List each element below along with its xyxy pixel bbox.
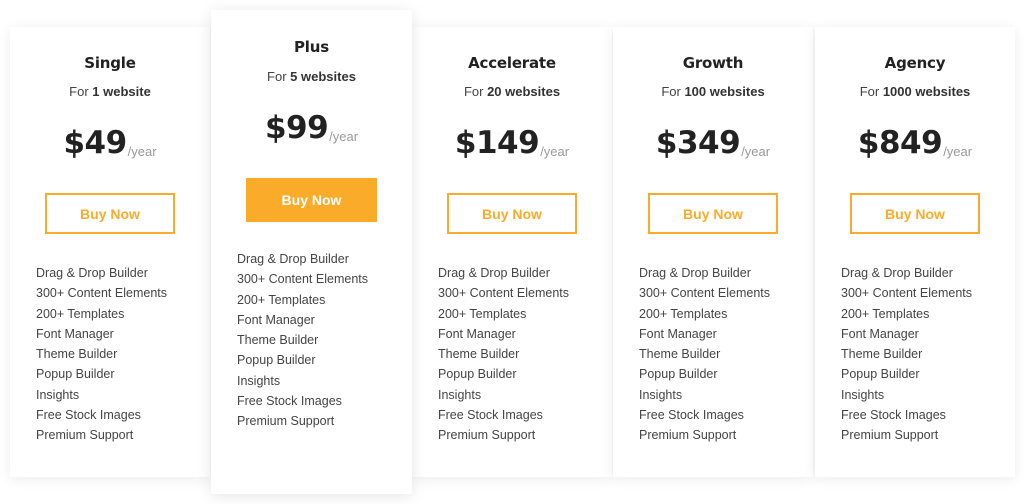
feature-item: Font Manager <box>36 326 114 341</box>
sites-prefix: For <box>267 69 287 84</box>
buy-now-button[interactable]: Buy Now <box>45 193 175 234</box>
price-period: /year <box>741 144 771 159</box>
plan-sites: For 100 websites <box>613 84 813 99</box>
feature-item: 200+ Templates <box>438 306 527 321</box>
feature-item: Theme Builder <box>237 333 319 348</box>
feature-item: 300+ Content Elements <box>438 286 569 301</box>
feature-item: Premium Support <box>36 428 134 443</box>
sites-count: 1 website <box>92 84 151 99</box>
pricing-card-agency: Agency For 1000 websites $849/year Buy N… <box>815 27 1015 477</box>
feature-item: Insights <box>841 387 885 402</box>
feature-item: Insights <box>237 373 281 388</box>
feature-item: Insights <box>36 387 80 402</box>
feature-list: Drag & Drop Builder 300+ Content Element… <box>815 263 1015 446</box>
feature-item: Free Stock Images <box>841 408 946 423</box>
feature-item: Theme Builder <box>639 347 721 362</box>
feature-item: Popup Builder <box>639 367 718 382</box>
feature-item: Insights <box>639 387 683 402</box>
buy-now-button[interactable]: Buy Now <box>648 193 778 234</box>
feature-list: Drag & Drop Builder 300+ Content Element… <box>613 263 813 446</box>
sites-prefix: For <box>859 84 880 99</box>
price-period: /year <box>329 129 359 144</box>
pricing-card-growth: Growth For 100 websites $349/year Buy No… <box>613 27 813 477</box>
buy-now-button[interactable]: Buy Now <box>850 193 980 234</box>
plan-price: $149 <box>454 125 540 161</box>
feature-list: Drag & Drop Builder 300+ Content Element… <box>412 263 612 446</box>
price-row: $49/year <box>10 121 210 161</box>
feature-item: Popup Builder <box>438 367 517 382</box>
feature-item: Drag & Drop Builder <box>841 266 953 280</box>
sites-prefix: For <box>661 84 681 99</box>
sites-prefix: For <box>463 84 484 99</box>
feature-item: 300+ Content Elements <box>36 286 167 301</box>
feature-item: Free Stock Images <box>438 408 543 423</box>
sites-count: 5 websites <box>290 69 356 84</box>
buy-now-button[interactable]: Buy Now <box>246 178 377 222</box>
price-period: /year <box>127 144 157 159</box>
plan-sites: For 1 website <box>10 84 210 99</box>
price-period: /year <box>540 144 570 159</box>
feature-item: Premium Support <box>639 428 737 443</box>
feature-item: 200+ Templates <box>841 306 930 321</box>
feature-item: 200+ Templates <box>36 306 125 321</box>
price-period: /year <box>943 144 973 159</box>
plan-name: Growth <box>682 54 744 72</box>
feature-item: 300+ Content Elements <box>639 286 770 301</box>
feature-item: Insights <box>438 387 482 402</box>
feature-item: Font Manager <box>237 312 315 327</box>
price-row: $849/year <box>815 121 1015 161</box>
feature-item: 300+ Content Elements <box>237 272 368 287</box>
feature-item: Popup Builder <box>841 367 920 382</box>
feature-item: Font Manager <box>639 326 717 341</box>
plan-sites: For 5 websites <box>211 69 412 84</box>
sites-count: 1000 websites <box>882 84 971 99</box>
plan-name: Plus <box>294 38 329 56</box>
feature-item: Font Manager <box>438 326 516 341</box>
feature-item: Free Stock Images <box>639 408 744 423</box>
feature-item: 200+ Templates <box>639 306 728 321</box>
plan-name: Accelerate <box>468 54 556 72</box>
feature-item: Drag & Drop Builder <box>438 266 550 280</box>
feature-item: Premium Support <box>237 414 335 429</box>
plan-name: Single <box>84 54 136 72</box>
price-row: $349/year <box>613 121 813 161</box>
feature-item: Premium Support <box>438 428 536 443</box>
feature-item: Theme Builder <box>438 347 520 362</box>
plan-sites: For 1000 websites <box>815 84 1015 99</box>
feature-item: Free Stock Images <box>36 408 141 423</box>
pricing-card-plus: Plus For 5 websites $99/year Buy Now Dra… <box>211 10 412 494</box>
feature-list: Drag & Drop Builder 300+ Content Element… <box>10 263 210 446</box>
feature-item: Theme Builder <box>841 347 923 362</box>
plan-sites: For 20 websites <box>412 84 612 99</box>
feature-item: Drag & Drop Builder <box>639 266 751 280</box>
feature-item: Premium Support <box>841 428 939 443</box>
feature-item: Popup Builder <box>36 367 115 382</box>
pricing-card-accelerate: Accelerate For 20 websites $149/year Buy… <box>412 27 612 477</box>
feature-item: Theme Builder <box>36 347 118 362</box>
feature-item: Popup Builder <box>237 353 316 368</box>
feature-item: Free Stock Images <box>237 394 342 409</box>
feature-list: Drag & Drop Builder 300+ Content Element… <box>211 249 412 432</box>
pricing-card-single: Single For 1 website $49/year Buy Now Dr… <box>10 27 210 477</box>
sites-count: 20 websites <box>487 84 561 99</box>
buy-now-button[interactable]: Buy Now <box>447 193 577 234</box>
feature-item: Font Manager <box>841 326 919 341</box>
plan-name: Agency <box>884 54 946 72</box>
feature-item: Drag & Drop Builder <box>36 266 148 280</box>
price-row: $99/year <box>211 106 412 146</box>
feature-item: 200+ Templates <box>237 292 326 307</box>
sites-count: 100 websites <box>684 84 765 99</box>
feature-item: Drag & Drop Builder <box>237 252 349 266</box>
price-row: $149/year <box>412 121 612 161</box>
feature-item: 300+ Content Elements <box>841 286 972 301</box>
plan-price: $99 <box>264 110 329 146</box>
sites-prefix: For <box>69 84 89 99</box>
plan-price: $349 <box>655 125 741 161</box>
plan-price: $849 <box>857 125 943 161</box>
plan-price: $49 <box>63 125 127 161</box>
